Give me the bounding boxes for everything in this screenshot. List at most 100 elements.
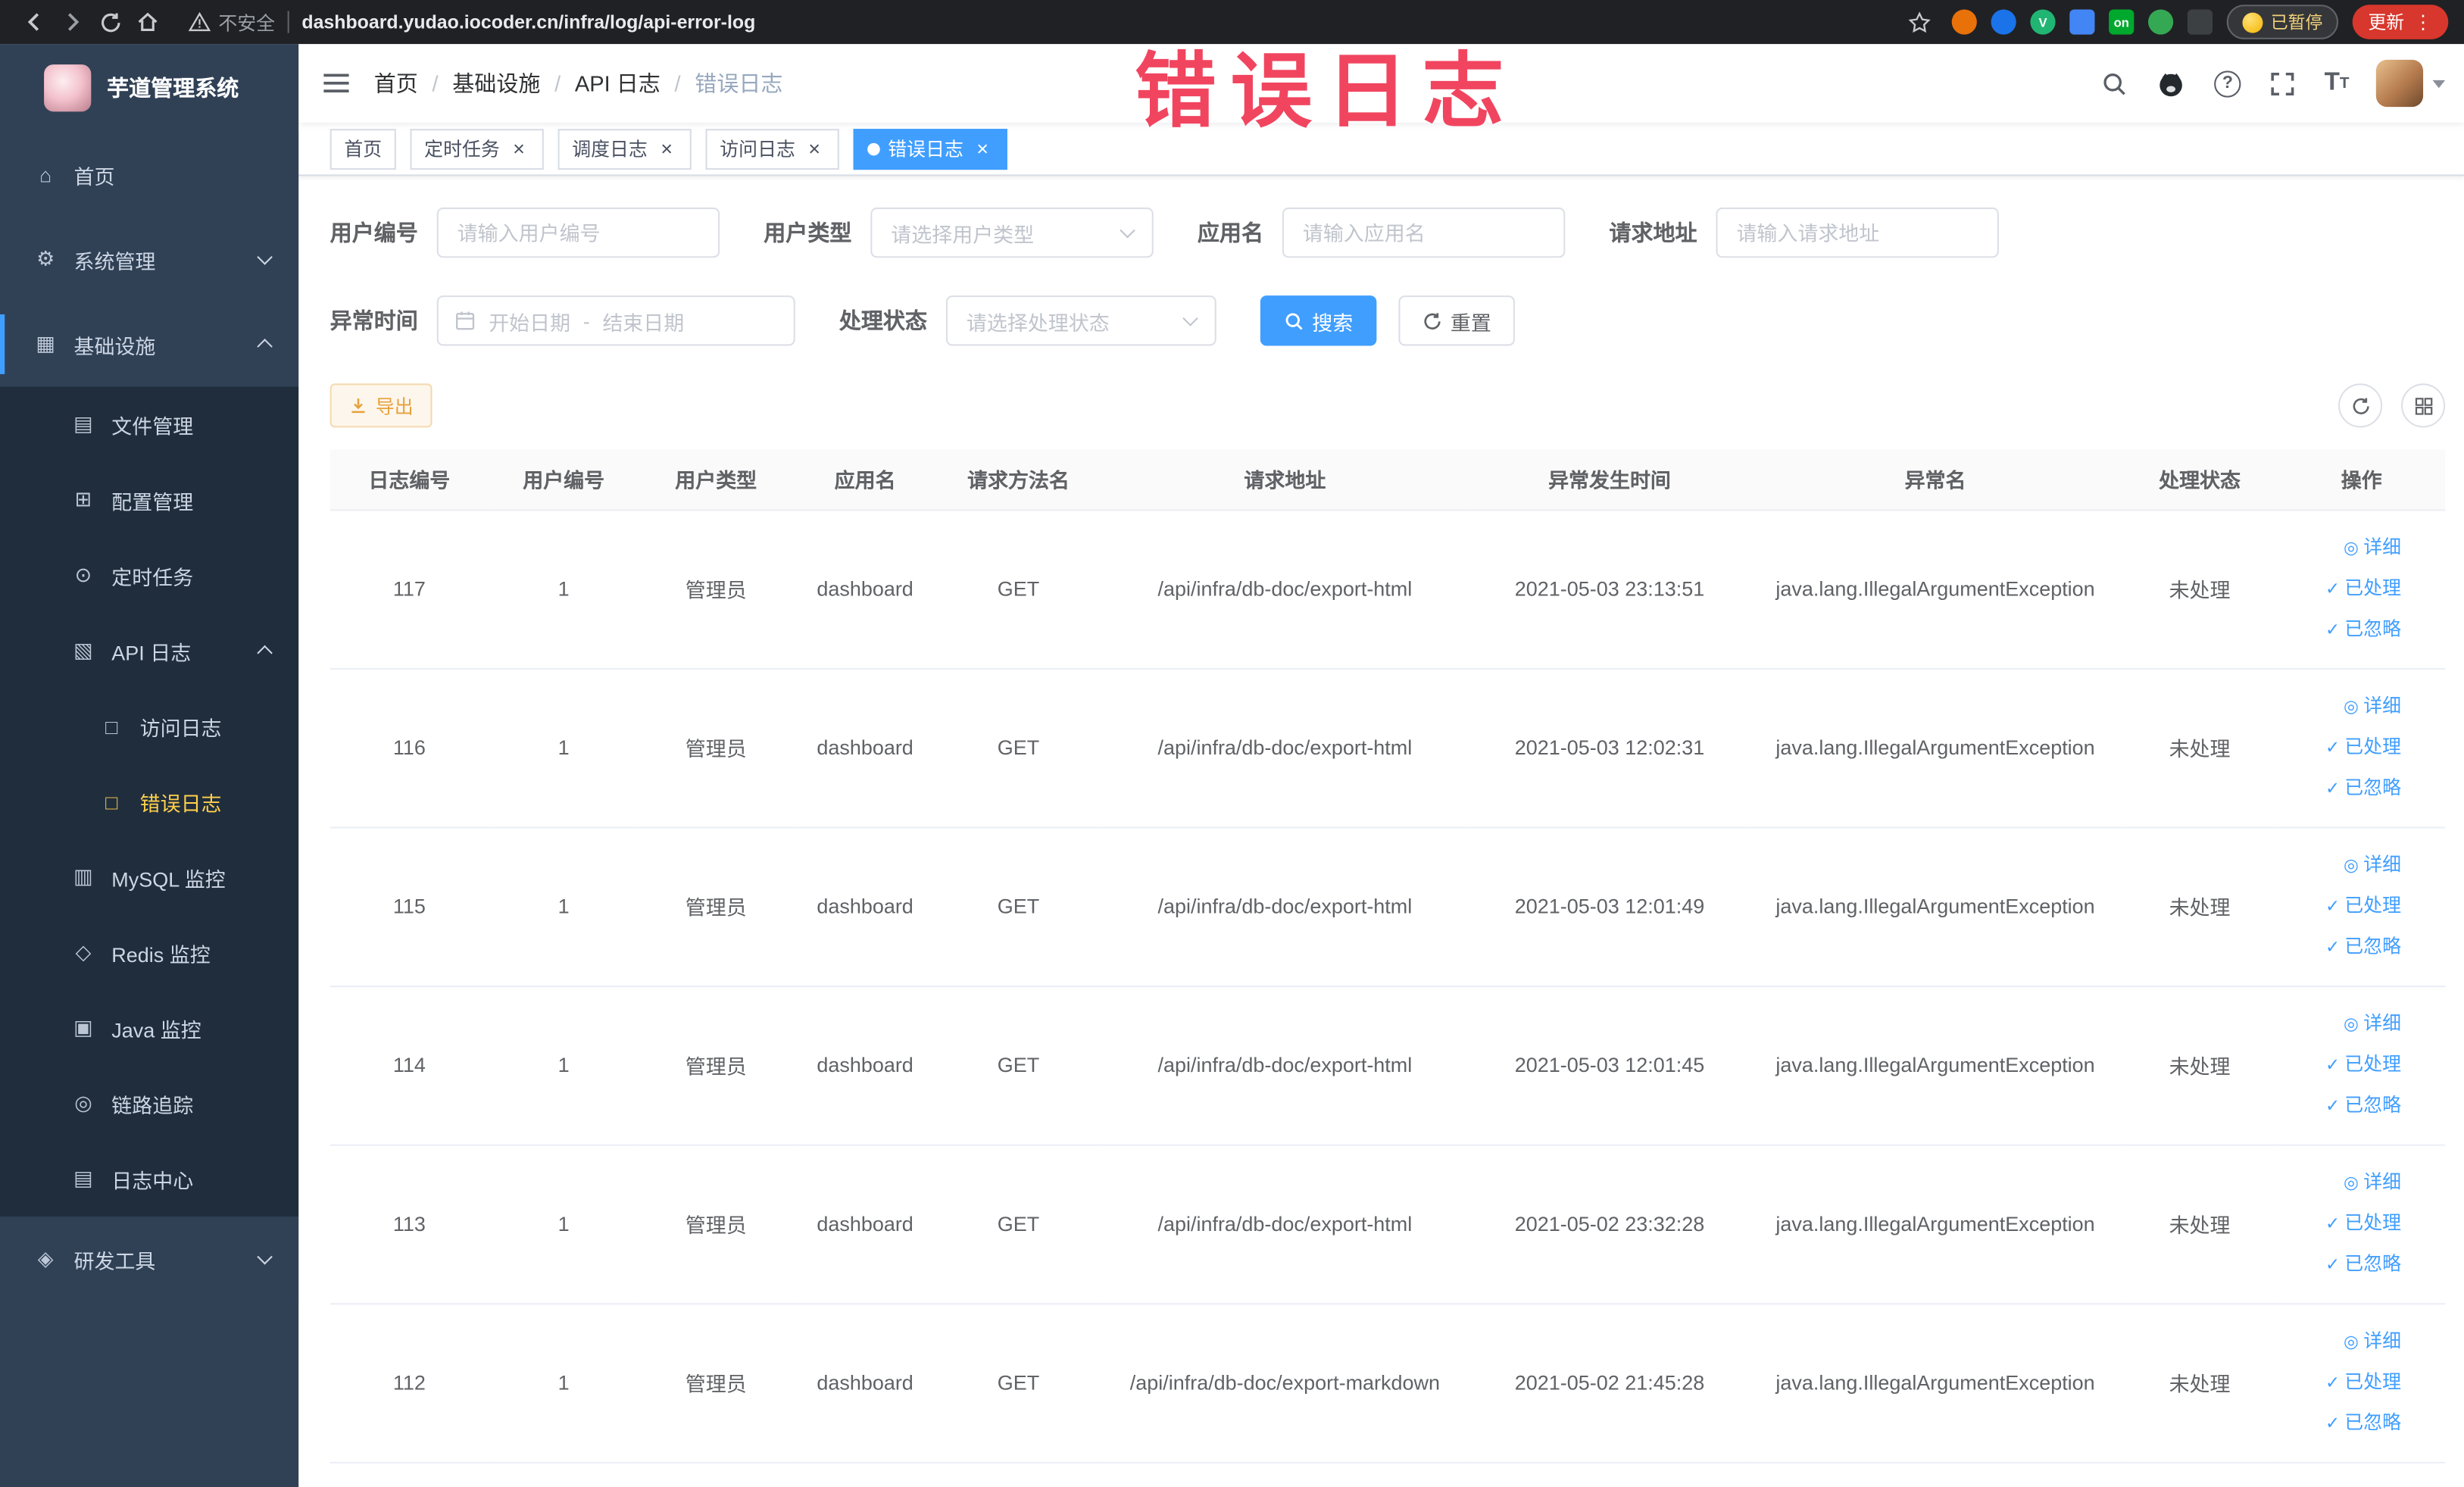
avatar[interactable] bbox=[2375, 59, 2424, 108]
hamburger-icon[interactable] bbox=[298, 44, 374, 123]
action-detail-link[interactable]: ◎ 详细 bbox=[2284, 845, 2401, 886]
cell-id: 113 bbox=[329, 1144, 489, 1304]
column-settings-button[interactable] bbox=[2401, 383, 2446, 428]
extension-on-badge-icon[interactable]: on bbox=[2109, 9, 2135, 35]
sidebar-item-devtools[interactable]: ◈ 研发工具 bbox=[0, 1217, 299, 1302]
action-processed-link[interactable]: ✓ 已处理 bbox=[2284, 1362, 2401, 1403]
action-processed-link[interactable]: ✓ 已处理 bbox=[2284, 1045, 2401, 1086]
sidebar-item-file[interactable]: ▤ 文件管理 bbox=[0, 386, 299, 463]
sidebar-logo[interactable]: 芋道管理系统 bbox=[0, 44, 298, 132]
action-processed-link[interactable]: ✓ 已处理 bbox=[2284, 1203, 2401, 1244]
close-icon[interactable]: × bbox=[655, 138, 677, 160]
search-icon[interactable] bbox=[2087, 44, 2142, 123]
action-processed-link[interactable]: ✓ 已处理 bbox=[2284, 727, 2401, 768]
sidebar-item-infra[interactable]: ▦ 基础设施 bbox=[0, 301, 299, 387]
sidebar-item-mysql[interactable]: ▥ MySQL 监控 bbox=[0, 839, 299, 915]
request-url-input[interactable] bbox=[1716, 207, 1999, 258]
sidebar-item-java[interactable]: ▣ Java 监控 bbox=[0, 990, 299, 1066]
sidebar-item-log-center[interactable]: ▤ 日志中心 bbox=[0, 1141, 299, 1217]
cell-user_id: 1 bbox=[489, 826, 639, 987]
tag-调度日志[interactable]: 调度日志 × bbox=[557, 128, 692, 170]
back-icon[interactable] bbox=[16, 3, 54, 41]
action-ignored-link[interactable]: ✓ 已忽略 bbox=[2284, 1403, 2401, 1444]
reload-icon[interactable] bbox=[91, 3, 129, 41]
forward-icon[interactable] bbox=[54, 3, 92, 41]
sidebar-item-redis[interactable]: ◇ Redis 监控 bbox=[0, 914, 299, 991]
paused-badge[interactable]: 已暂停 bbox=[2226, 5, 2339, 39]
cell-url: /api/infra/db-doc/export-html bbox=[1100, 509, 1470, 669]
table-row: 112 1 管理员 dashboard GET/api/infra/db-doc/exp… bbox=[329, 1303, 2446, 1463]
action-processed-link[interactable]: ✓ 已处理 bbox=[2284, 886, 2401, 926]
table-row: 116 1 管理员 dashboard GET/api/infra/db-doc/exp… bbox=[329, 667, 2446, 828]
font-size-icon[interactable]: TT bbox=[2310, 44, 2363, 123]
extension-orange-icon[interactable] bbox=[1951, 9, 1977, 35]
breadcrumb-item[interactable]: 首页 bbox=[374, 67, 418, 99]
close-icon[interactable]: × bbox=[971, 138, 993, 160]
extension-pin-icon[interactable] bbox=[2187, 9, 2213, 35]
app-name-input[interactable] bbox=[1282, 207, 1566, 258]
action-ignored-link[interactable]: ✓ 已忽略 bbox=[2284, 609, 2401, 650]
extensions-strip: Von bbox=[1951, 9, 2213, 35]
action-detail-link[interactable]: ◎ 详细 bbox=[2284, 527, 2401, 568]
process-status-select[interactable]: 请选择处理状态 bbox=[945, 295, 1216, 346]
error-log-icon: □ bbox=[105, 789, 118, 814]
cell-exception: java.lang.IllegalArgumentException bbox=[1749, 1144, 2122, 1304]
tag-定时任务[interactable]: 定时任务 × bbox=[410, 128, 544, 170]
sidebar-item-home[interactable]: ⌂ 首页 bbox=[0, 132, 299, 217]
github-icon[interactable] bbox=[2142, 44, 2200, 123]
tag-首页[interactable]: 首页 bbox=[329, 128, 396, 170]
breadcrumb-item[interactable]: API 日志 bbox=[575, 67, 661, 99]
action-detail-link[interactable]: ◎ 详细 bbox=[2284, 1004, 2401, 1045]
bookmark-star-icon[interactable] bbox=[1900, 3, 1938, 41]
sidebar-item-job[interactable]: ⊙ 定时任务 bbox=[0, 537, 299, 614]
action-detail-link[interactable]: ◎ 详细 bbox=[2284, 1321, 2401, 1362]
update-button[interactable]: 更新 ⋮ bbox=[2352, 5, 2449, 39]
action-label: 详细 bbox=[2363, 1011, 2402, 1034]
eye-icon: ◎ bbox=[2344, 1173, 2359, 1192]
sidebar-item-error-log[interactable]: □ 错误日志 bbox=[0, 764, 299, 840]
log-center-icon: ▤ bbox=[73, 1166, 93, 1190]
help-icon[interactable]: ? bbox=[2200, 44, 2256, 123]
home-browser-icon[interactable] bbox=[129, 3, 167, 41]
close-icon[interactable]: × bbox=[507, 138, 529, 160]
action-processed-link[interactable]: ✓ 已处理 bbox=[2284, 568, 2401, 609]
close-icon[interactable]: × bbox=[803, 138, 825, 160]
refresh-table-button[interactable] bbox=[2338, 383, 2383, 428]
action-label: 详细 bbox=[2363, 1329, 2402, 1351]
action-label: 已忽略 bbox=[2344, 617, 2402, 639]
cell-time: 2021-05-03 23:13:51 bbox=[1469, 509, 1750, 669]
breadcrumb-item[interactable]: 基础设施 bbox=[452, 67, 540, 99]
fullscreen-icon[interactable] bbox=[2255, 44, 2310, 123]
user-id-input[interactable] bbox=[436, 207, 720, 258]
tag-错误日志[interactable]: 错误日志 × bbox=[853, 128, 1007, 170]
action-detail-link[interactable]: ◎ 详细 bbox=[2284, 1162, 2401, 1203]
sidebar-item-system[interactable]: ⚙ 系统管理 bbox=[0, 217, 299, 302]
tag-label: 访问日志 bbox=[720, 138, 795, 161]
action-detail-link[interactable]: ◎ 详细 bbox=[2284, 686, 2401, 727]
action-ignored-link[interactable]: ✓ 已忽略 bbox=[2284, 1086, 2401, 1126]
exception-time-range[interactable]: 开始日期 - 结束日期 bbox=[436, 295, 795, 346]
reset-button[interactable]: 重置 bbox=[1398, 295, 1515, 346]
search-button[interactable]: 搜索 bbox=[1260, 295, 1377, 346]
sidebar-item-trace[interactable]: ◎ 链路追踪 bbox=[0, 1065, 299, 1142]
caret-down-icon[interactable] bbox=[2432, 79, 2446, 88]
site-security[interactable]: 不安全 bbox=[188, 8, 275, 35]
user-type-select[interactable]: 请选择用户类型 bbox=[870, 207, 1154, 258]
sidebar-item-access-log[interactable]: □ 访问日志 bbox=[0, 688, 299, 764]
export-button[interactable]: 导出 bbox=[329, 383, 433, 428]
extension-blue-icon[interactable] bbox=[1991, 9, 2016, 35]
cell-actions: ◎ 详细 ✓ 已处理 ✓ 已忽略 bbox=[2278, 1144, 2446, 1304]
action-ignored-link[interactable]: ✓ 已忽略 bbox=[2284, 1244, 2401, 1285]
date-separator: - bbox=[582, 308, 590, 333]
redis-icon: ◇ bbox=[75, 939, 92, 964]
chevron-up-icon bbox=[257, 645, 273, 661]
tag-访问日志[interactable]: 访问日志 × bbox=[705, 128, 839, 170]
action-ignored-link[interactable]: ✓ 已忽略 bbox=[2284, 926, 2401, 967]
sidebar-item-api-log[interactable]: ▧ API 日志 bbox=[0, 613, 299, 689]
extension-leaf-icon[interactable] bbox=[2148, 9, 2174, 35]
sidebar-item-config[interactable]: ⊞ 配置管理 bbox=[0, 462, 299, 538]
address-url[interactable]: dashboard.yudao.iocoder.cn/infra/log/api… bbox=[301, 11, 755, 33]
extension-green-v-icon[interactable]: V bbox=[2030, 9, 2056, 35]
extension-grid-icon[interactable] bbox=[2069, 9, 2095, 35]
action-ignored-link[interactable]: ✓ 已忽略 bbox=[2284, 768, 2401, 809]
